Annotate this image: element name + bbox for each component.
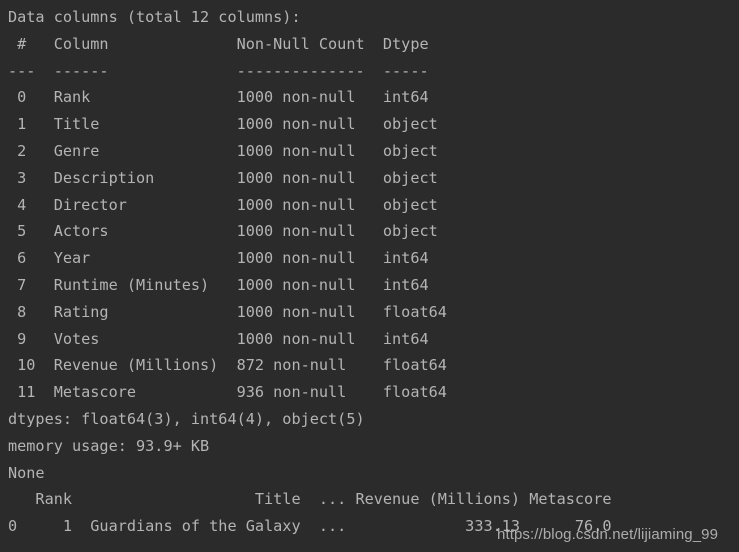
csdn-watermark: https://blog.csdn.net/lijiaming_99 <box>497 526 719 543</box>
console-line: # Column Non-Null Count Dtype <box>8 34 447 53</box>
console-line: 11 Metascore 936 non-null float64 <box>8 383 447 402</box>
console-line: 8 Rating 1000 non-null float64 <box>8 302 447 321</box>
console-line: 5 Actors 1000 non-null object <box>8 222 447 241</box>
console-line: dtypes: float64(3), int64(4), object(5) <box>8 409 365 428</box>
console-line: 10 Revenue (Millions) 872 non-null float… <box>8 356 447 375</box>
console-line: 4 Director 1000 non-null object <box>8 195 447 214</box>
console-line: Rank Title ... Revenue (Millions) Metasc… <box>8 490 612 509</box>
console-line: memory usage: 93.9+ KB <box>8 436 210 455</box>
console-output-pane[interactable]: Data columns (total 12 columns): # Colum… <box>0 0 739 552</box>
console-line: 1 Title 1000 non-null object <box>8 115 447 134</box>
console-line: Data columns (total 12 columns): <box>8 8 301 26</box>
console-line: 7 Runtime (Minutes) 1000 non-null int64 <box>8 275 447 294</box>
console-line: 2 Genre 1000 non-null object <box>8 141 447 160</box>
console-line: 0 Rank 1000 non-null int64 <box>8 88 447 107</box>
console-line: None <box>8 463 45 482</box>
console-line: 9 Votes 1000 non-null int64 <box>8 329 447 348</box>
console-line: 6 Year 1000 non-null int64 <box>8 249 447 268</box>
console-line: 3 Description 1000 non-null object <box>8 168 447 187</box>
console-line: --- ------ -------------- ----- <box>8 61 447 80</box>
